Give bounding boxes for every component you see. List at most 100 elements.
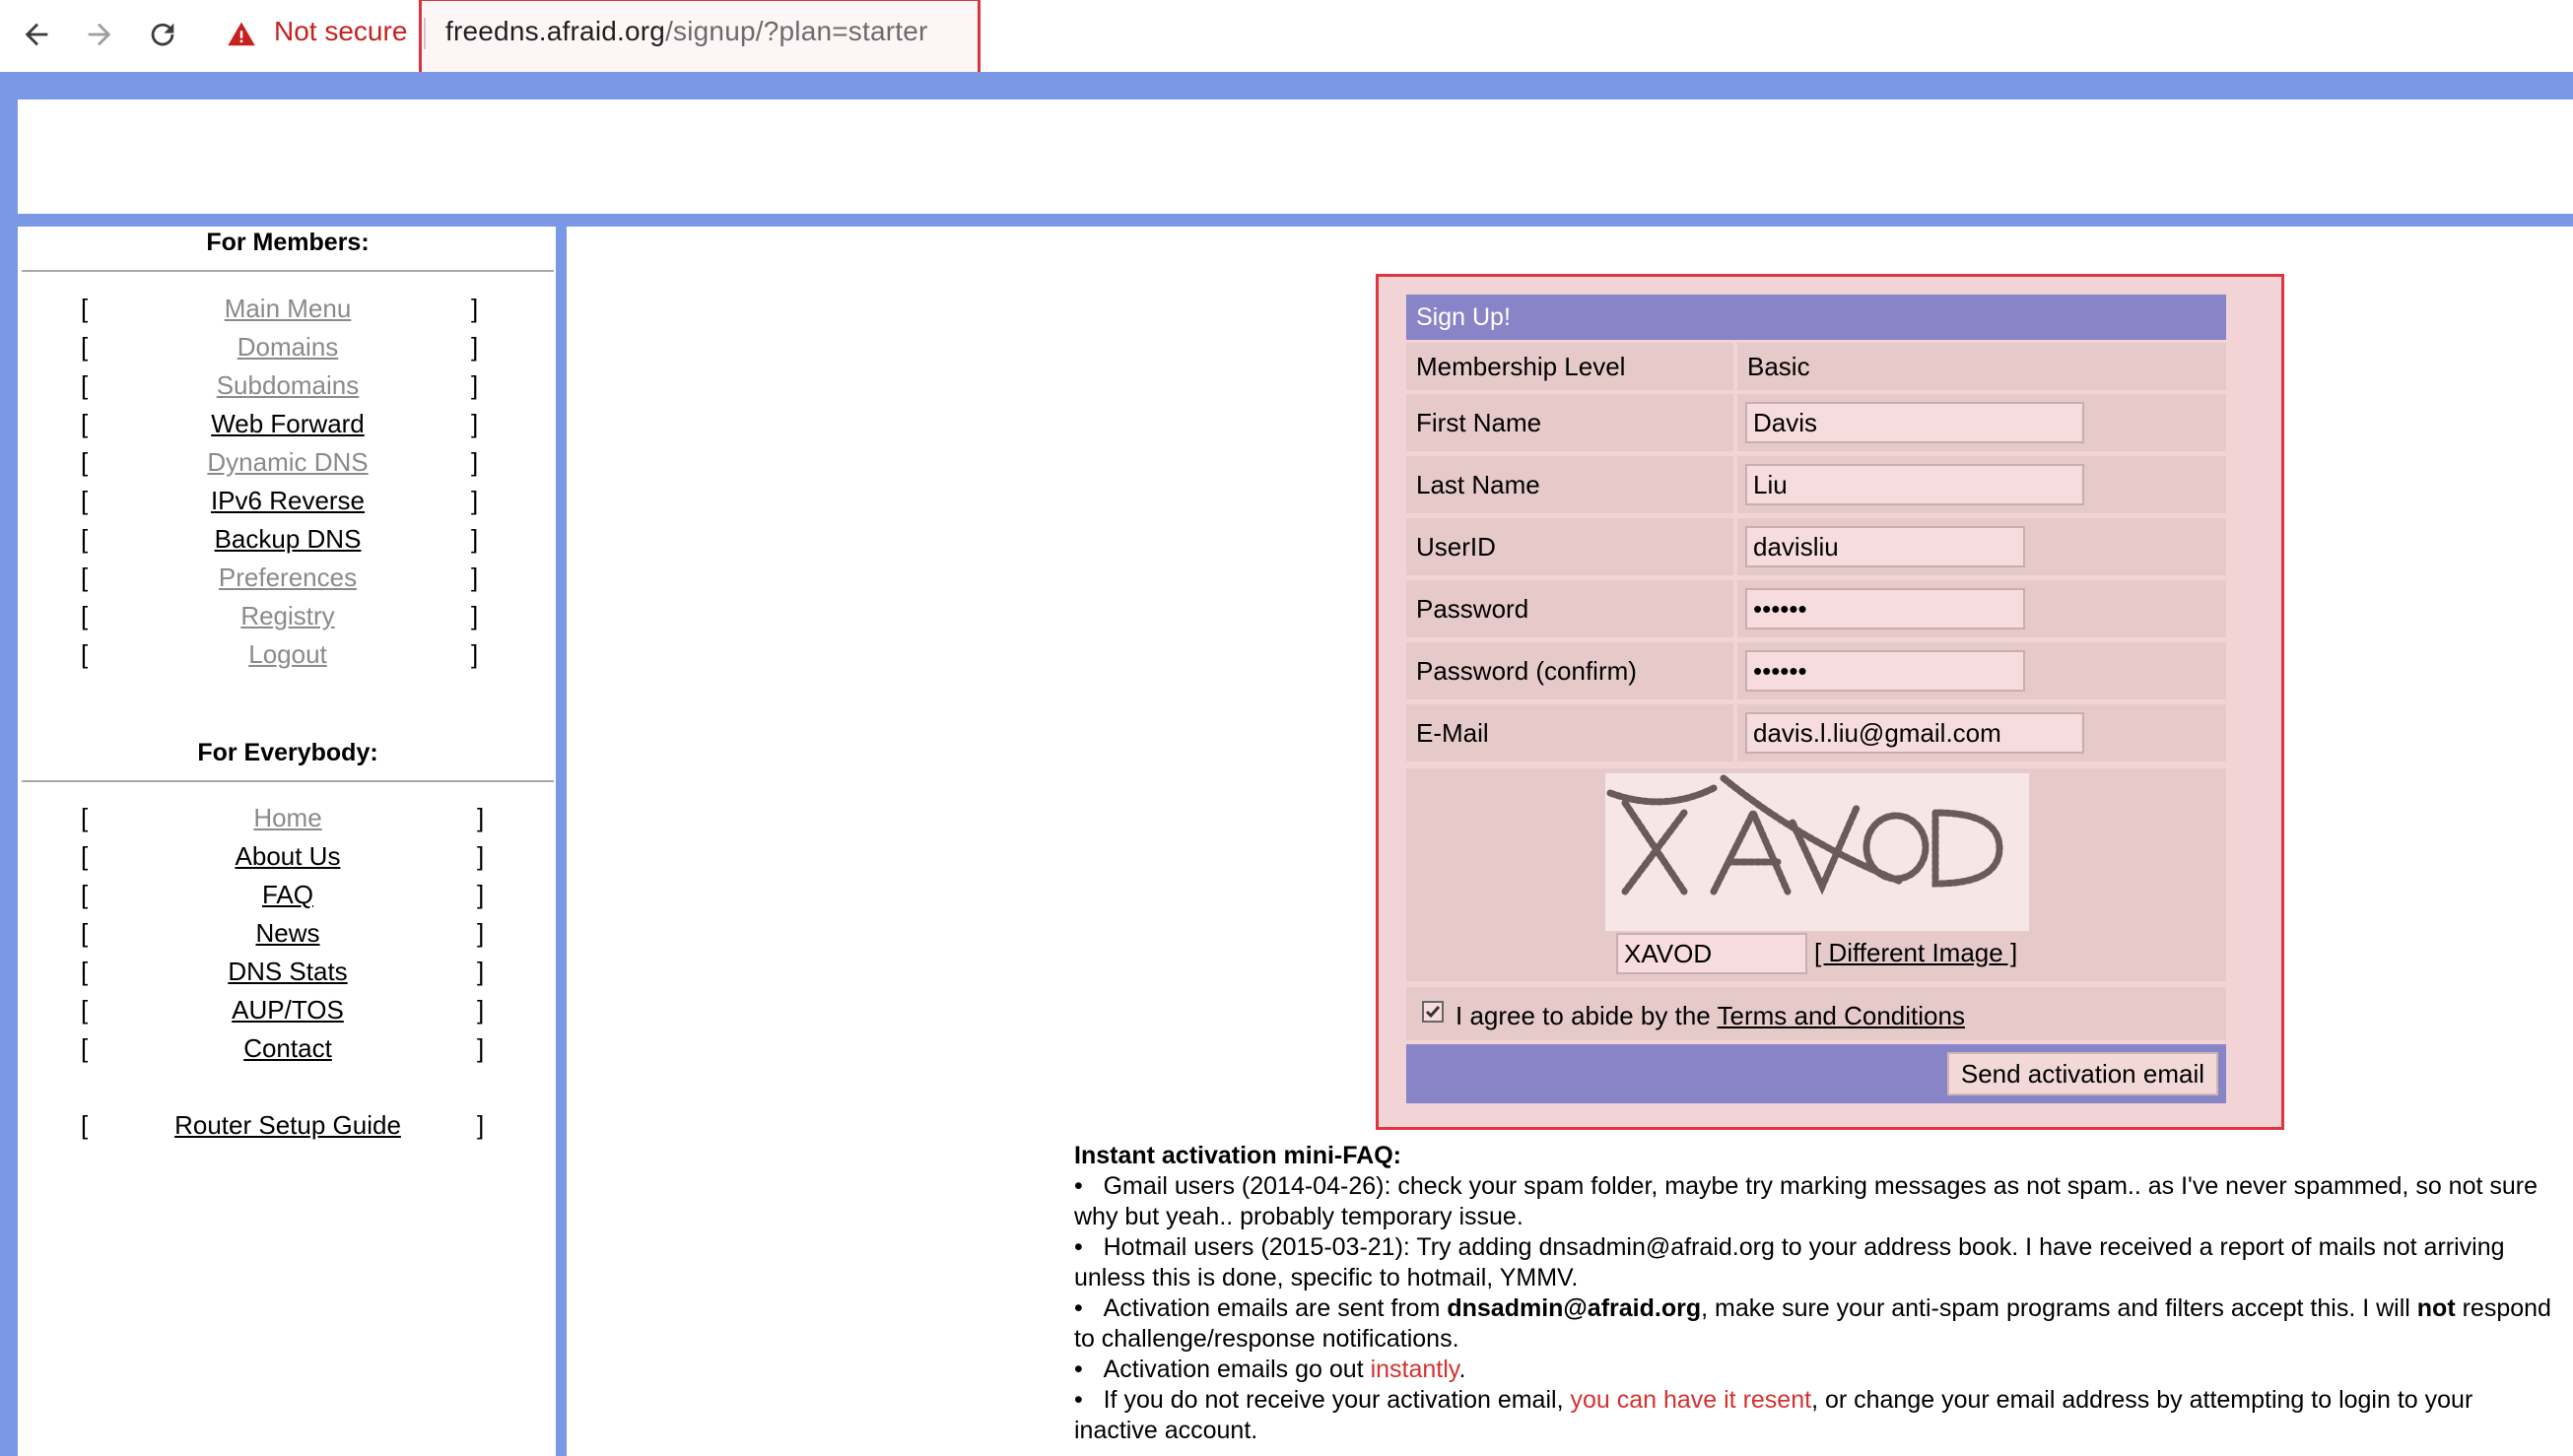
sidebar-item-domains: [Domains] <box>22 332 554 367</box>
password-confirm-label: Password (confirm) <box>1406 642 1733 699</box>
header-banner <box>18 99 2573 214</box>
sidebar-item-router-setup-guide: [ Router Setup Guide ] <box>22 1110 554 1146</box>
checkmark-icon <box>1425 1006 1441 1019</box>
sidebar-item-news: [News] <box>22 918 554 954</box>
sidebar-item-about-us: [About Us] <box>22 841 554 877</box>
resend-activation-link[interactable]: you can have it resent <box>1570 1386 1811 1414</box>
sender-address: dnsadmin@afraid.org <box>1447 1294 1702 1322</box>
emphasis-not: not <box>2416 1294 2456 1322</box>
activation-faq: Instant activation mini-FAQ: • Gmail use… <box>1074 1141 2562 1446</box>
reload-icon[interactable] <box>138 10 187 59</box>
sidebar-divider <box>556 214 567 1456</box>
bracket-close: ] <box>477 1033 485 1063</box>
everybody-heading: For Everybody: <box>197 739 378 766</box>
bullet: • <box>1074 1233 1083 1261</box>
password-field[interactable] <box>1745 588 2025 629</box>
news-link[interactable]: News <box>22 918 554 949</box>
bullet: • <box>1074 1386 1083 1414</box>
back-arrow-icon[interactable] <box>12 10 61 59</box>
last-name-label: Last Name <box>1406 456 1733 513</box>
faq-text-part: Activation emails are sent from <box>1103 1294 1448 1322</box>
instantly-text: instantly <box>1370 1356 1459 1383</box>
left-border <box>0 72 18 1456</box>
faq-text-part: . <box>1458 1356 1466 1383</box>
bracket-close: ] <box>477 880 485 909</box>
dns-stats-link[interactable]: DNS Stats <box>22 957 554 987</box>
sidebar-item-home: [Home] <box>22 803 554 838</box>
different-image-link[interactable]: [ Different Image ] <box>1814 938 2017 968</box>
signup-title: Sign Up! <box>1406 295 2226 340</box>
forward-arrow-icon[interactable] <box>75 10 124 59</box>
first-name-label: First Name <box>1406 394 1733 451</box>
agree-prefix: I agree to abide by the <box>1456 1001 1718 1030</box>
membership-level-label: Membership Level <box>1406 343 1733 390</box>
membership-level-value: Basic <box>1737 343 2226 390</box>
bracket-close: ] <box>471 563 479 592</box>
sidebar-item-main-menu: [Main Menu] <box>22 294 554 329</box>
everybody-divider <box>22 780 554 782</box>
faq-item-gmail: • Gmail users (2014-04-26): check your s… <box>1074 1171 2562 1232</box>
address-bar[interactable]: freedns.afraid.org/signup/?plan=starter <box>445 16 928 47</box>
sidebar-item-logout: [Logout] <box>22 639 554 675</box>
last-name-field[interactable] <box>1745 464 2084 505</box>
faq-item-instant: • Activation emails go out instantly. <box>1074 1355 2562 1385</box>
captcha-input[interactable] <box>1616 933 1807 974</box>
faq-title: Instant activation mini-FAQ: <box>1074 1142 1401 1169</box>
warning-triangle-icon[interactable] <box>227 20 256 49</box>
bracket-close: ] <box>471 639 479 669</box>
faq-text-part: , make sure your anti-spam programs and … <box>1701 1294 2417 1322</box>
sidebar-item-ipv6-reverse: [IPv6 Reverse] <box>22 486 554 521</box>
bracket-close: ] <box>477 918 485 948</box>
bracket-close: ] <box>477 957 485 986</box>
userid-label: UserID <box>1406 518 1733 575</box>
top-border <box>0 72 2573 99</box>
sidebar-item-backup-dns: [Backup DNS] <box>22 524 554 560</box>
members-divider <box>22 270 554 272</box>
bracket-close: ] <box>471 294 479 323</box>
bracket-close: ] <box>477 841 485 871</box>
bracket-close: ] <box>471 486 479 515</box>
home-link[interactable]: Home <box>22 803 554 833</box>
userid-field[interactable] <box>1745 526 2025 567</box>
password-confirm-field[interactable] <box>1745 650 2025 692</box>
aup-tos-link[interactable]: AUP/TOS <box>22 995 554 1026</box>
about-us-link[interactable]: About Us <box>22 841 554 872</box>
terms-and-conditions-link[interactable]: Terms and Conditions <box>1718 1001 1965 1030</box>
agree-checkbox[interactable] <box>1422 1001 1444 1023</box>
sidebar-item-registry: [Registry] <box>22 601 554 636</box>
agree-text: I agree to abide by the Terms and Condit… <box>1456 1001 1965 1031</box>
bracket-close: ] <box>471 447 479 477</box>
email-field[interactable] <box>1745 712 2084 754</box>
faq-text-part: Activation emails go out <box>1103 1356 1371 1383</box>
contact-link[interactable]: Contact <box>22 1033 554 1064</box>
bullet: • <box>1074 1356 1083 1383</box>
url-path: /signup/?plan=starter <box>665 16 928 46</box>
members-heading: For Members: <box>206 229 370 256</box>
terms-agreement-row: I agree to abide by the Terms and Condit… <box>1406 987 2226 1040</box>
url-host: freedns.afraid.org <box>445 16 666 46</box>
bracket-close: ] <box>471 409 479 438</box>
send-activation-email-button[interactable]: Send activation email <box>1946 1052 2218 1095</box>
sidebar-item-preferences: [Preferences] <box>22 563 554 598</box>
bracket-close: ] <box>477 803 485 832</box>
header-bottom-border <box>0 214 2573 227</box>
email-label: E-Mail <box>1406 704 1733 761</box>
captcha-image <box>1605 773 2029 931</box>
router-setup-guide-link[interactable]: Router Setup Guide <box>22 1110 554 1141</box>
bracket-close: ] <box>471 332 479 362</box>
bracket-close: ] <box>471 601 479 630</box>
not-secure-label[interactable]: Not secure <box>274 16 407 47</box>
faq-link[interactable]: FAQ <box>22 880 554 910</box>
bracket-close: ] <box>471 370 479 400</box>
first-name-field[interactable] <box>1745 402 2084 443</box>
bullet: • <box>1074 1294 1083 1322</box>
bracket-close: ] <box>471 524 479 554</box>
bullet: • <box>1074 1172 1083 1200</box>
faq-item-resend: • If you do not receive your activation … <box>1074 1385 2562 1446</box>
faq-text-part: If you do not receive your activation em… <box>1103 1386 1571 1414</box>
sidebar-item-subdomains: [Subdomains] <box>22 370 554 406</box>
password-label: Password <box>1406 580 1733 637</box>
faq-item-sender: • Activation emails are sent from dnsadm… <box>1074 1293 2562 1355</box>
sidebar-item-contact: [Contact] <box>22 1033 554 1069</box>
form-footer-bar: Send activation email <box>1406 1044 2226 1103</box>
